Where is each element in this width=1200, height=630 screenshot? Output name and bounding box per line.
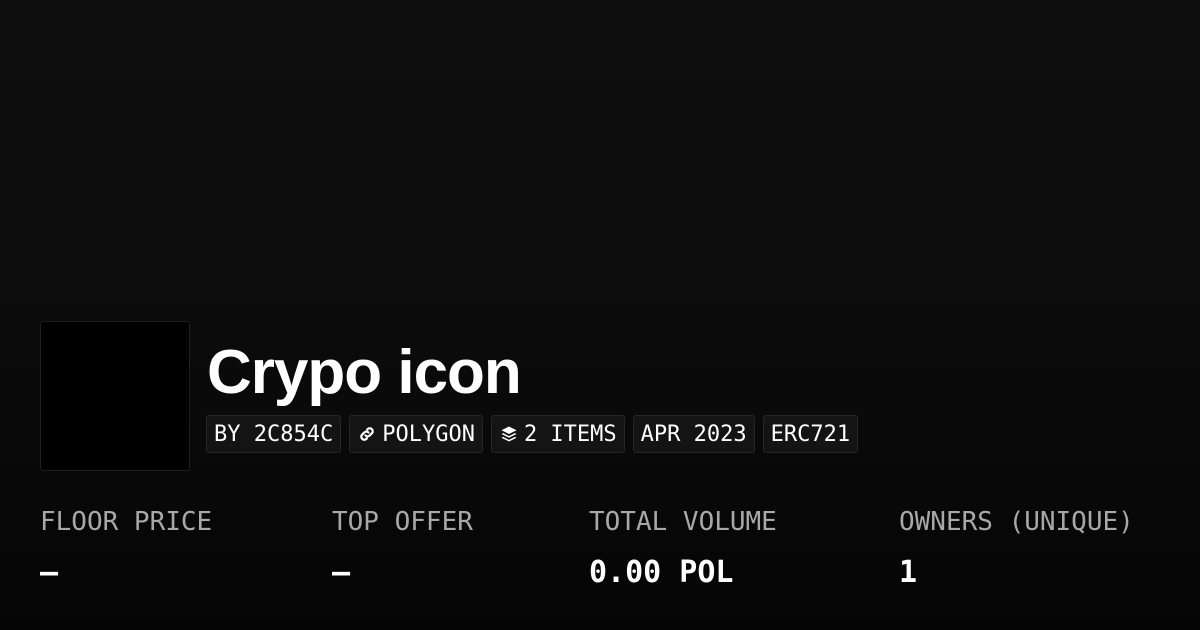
stat-label: TOTAL VOLUME [589,507,777,537]
items-label: 2 ITEMS [523,421,617,447]
chain-label: POLYGON [382,421,475,447]
collection-avatar [40,321,190,471]
stat-value: – [40,555,59,590]
standard-chip: ERC721 [762,415,859,453]
date-label: APR 2023 [640,421,747,447]
stat-top-offer: TOP OFFER – [332,505,473,592]
date-chip: APR 2023 [632,415,755,453]
link-icon [357,424,377,444]
stat-value: 0.00 POL [589,555,734,590]
stat-floor-price: FLOOR PRICE – [40,505,212,592]
stat-label: TOP OFFER [332,507,473,537]
items-chip[interactable]: 2 ITEMS [490,415,625,453]
layers-icon [499,424,519,444]
collection-banner [0,0,1200,320]
stat-value: 1 [899,555,918,590]
collection-title: Crypo icon [207,338,522,407]
chain-chip[interactable]: POLYGON [349,415,483,453]
stat-total-volume: TOTAL VOLUME 0.00 POL [589,505,777,592]
stat-label: OWNERS (UNIQUE) [899,507,1134,537]
creator-chip[interactable]: BY 2C854C [206,415,342,453]
stat-owners: OWNERS (UNIQUE) 1 [899,505,1134,592]
creator-label: BY 2C854C [214,421,334,447]
standard-label: ERC721 [770,421,851,447]
collection-meta-chips: BY 2C854C POLYGON 2 ITEMS APR 2023 ERC72… [206,415,859,453]
stat-label: FLOOR PRICE [40,507,213,537]
stat-value: – [332,555,351,590]
